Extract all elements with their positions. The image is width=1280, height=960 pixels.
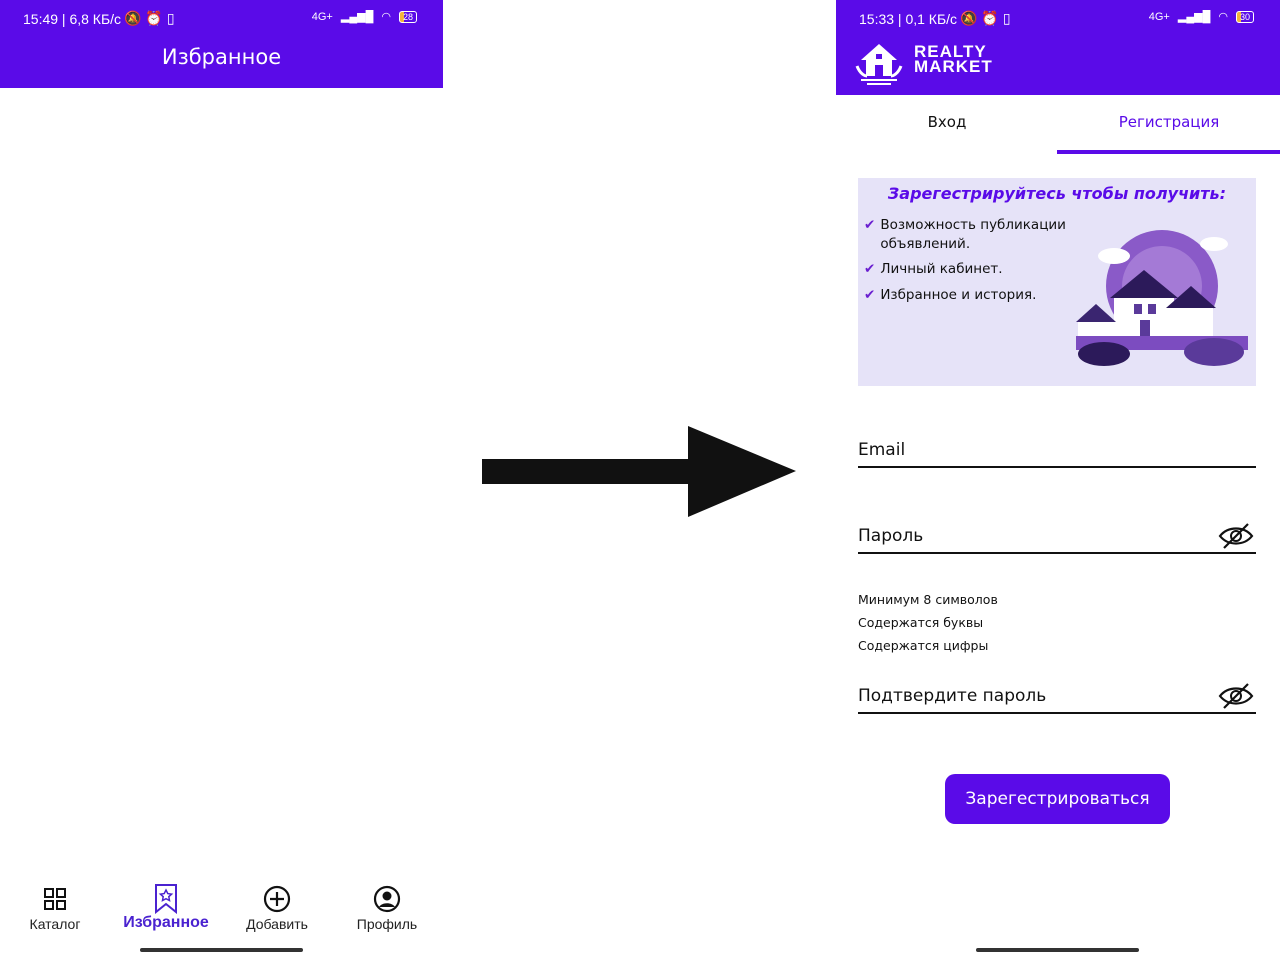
status-time: 15:49 | 6,8 КБ/с: [23, 11, 122, 27]
tab-register[interactable]: Регистрация: [1058, 113, 1280, 131]
confirm-password-label: Подтвердите пароль: [858, 686, 1047, 706]
nav-profile[interactable]: Профиль: [332, 884, 442, 932]
home-indicator[interactable]: [976, 948, 1139, 952]
benefit-item: ✔ Избранное и история.: [864, 286, 1036, 305]
bookmark-star-icon: [111, 884, 221, 914]
status-time: 15:33 | 0,1 КБ/с: [859, 11, 958, 27]
arrow-right-icon: [482, 426, 796, 517]
favorites-screen: 15:49 | 6,8 КБ/с 🔕⏰▯ 4G+ ▂▄▆█ ◠ 28 Избранно…: [0, 0, 443, 960]
registration-banner: Зарегестрируйтесь чтобы получить: ✔ Возмо…: [858, 178, 1256, 386]
benefit-text: Личный кабинет.: [880, 261, 1003, 277]
banner-title: Зарегестрируйтесь чтобы получить:: [887, 184, 1227, 203]
email-field[interactable]: Email: [858, 440, 1256, 468]
logo-house-icon: [855, 44, 903, 85]
logo-line2: MARKET: [914, 57, 993, 76]
app-header: 15:49 | 6,8 КБ/с 🔕⏰▯ 4G+ ▂▄▆█ ◠ 28 Избранно…: [0, 0, 443, 88]
tab-login[interactable]: Вход: [836, 113, 1058, 131]
signal-icon: ▂▄▆█: [340, 11, 374, 23]
houses-illustration: [1076, 230, 1248, 366]
eye-off-icon[interactable]: [1218, 522, 1254, 550]
plus-circle-icon: [222, 884, 332, 914]
bottom-nav: Каталог Избранное Добавить Профиль: [0, 884, 443, 944]
benefit-item: ✔ Личный кабинет.: [864, 260, 1003, 279]
home-indicator[interactable]: [140, 948, 303, 952]
network-label: 4G+: [1148, 10, 1170, 23]
password-hint: Минимум 8 символов: [858, 592, 998, 607]
network-label: 4G+: [311, 10, 333, 23]
nav-add[interactable]: Добавить: [222, 884, 332, 932]
registration-screen: 15:33 | 0,1 КБ/с 🔕⏰▯ 4G+ ▂▄▆█ ◠ 30 REALTY MA…: [836, 0, 1280, 960]
password-hint: Содержатся буквы: [858, 615, 984, 630]
status-icons: 🔕⏰▯: [124, 10, 179, 26]
password-label: Пароль: [858, 526, 924, 546]
nav-label: Избранное: [123, 914, 209, 931]
page-title: Избранное: [161, 45, 282, 69]
benefit-text: Возможность публикации объявлений.: [880, 217, 1066, 252]
grid-icon: [0, 884, 110, 914]
app-header: 15:33 | 0,1 КБ/с 🔕⏰▯ 4G+ ▂▄▆█ ◠ 30 REALTY MA…: [836, 0, 1280, 95]
email-label: Email: [858, 440, 906, 460]
nav-label: Добавить: [246, 916, 308, 932]
nav-favorites[interactable]: Избранное: [111, 884, 221, 932]
nav-catalog[interactable]: Каталог: [0, 884, 110, 932]
register-button[interactable]: Зарегестрироваться: [945, 774, 1170, 824]
active-tab-indicator: [1057, 150, 1280, 154]
wifi-icon: ◠: [1218, 11, 1228, 23]
password-hint: Содержатся цифры: [858, 638, 989, 653]
confirm-password-field[interactable]: Подтвердите пароль: [858, 683, 1256, 714]
battery-icon: 30: [1235, 10, 1254, 23]
wifi-icon: ◠: [381, 11, 391, 23]
check-icon: ✔: [864, 261, 876, 277]
nav-label: Профиль: [356, 916, 418, 932]
status-icons: 🔕⏰▯: [960, 10, 1015, 26]
signal-icon: ▂▄▆█: [1177, 11, 1211, 23]
battery-icon: 28: [398, 10, 417, 23]
check-icon: ✔: [864, 217, 876, 233]
password-field[interactable]: Пароль: [858, 523, 1256, 554]
benefit-item: ✔ Возможность публикации объявлений.: [864, 216, 1074, 254]
check-icon: ✔: [864, 287, 876, 303]
nav-label: Каталог: [29, 916, 81, 932]
eye-off-icon[interactable]: [1218, 682, 1254, 710]
status-bar: 15:49 | 6,8 КБ/с 🔕⏰▯ 4G+ ▂▄▆█ ◠ 28: [0, 0, 443, 38]
logo-text: REALTY MARKET: [914, 43, 993, 76]
status-bar: 15:33 | 0,1 КБ/с 🔕⏰▯ 4G+ ▂▄▆█ ◠ 30: [836, 0, 1280, 38]
benefit-text: Избранное и история.: [880, 287, 1037, 303]
profile-icon: [332, 884, 442, 914]
